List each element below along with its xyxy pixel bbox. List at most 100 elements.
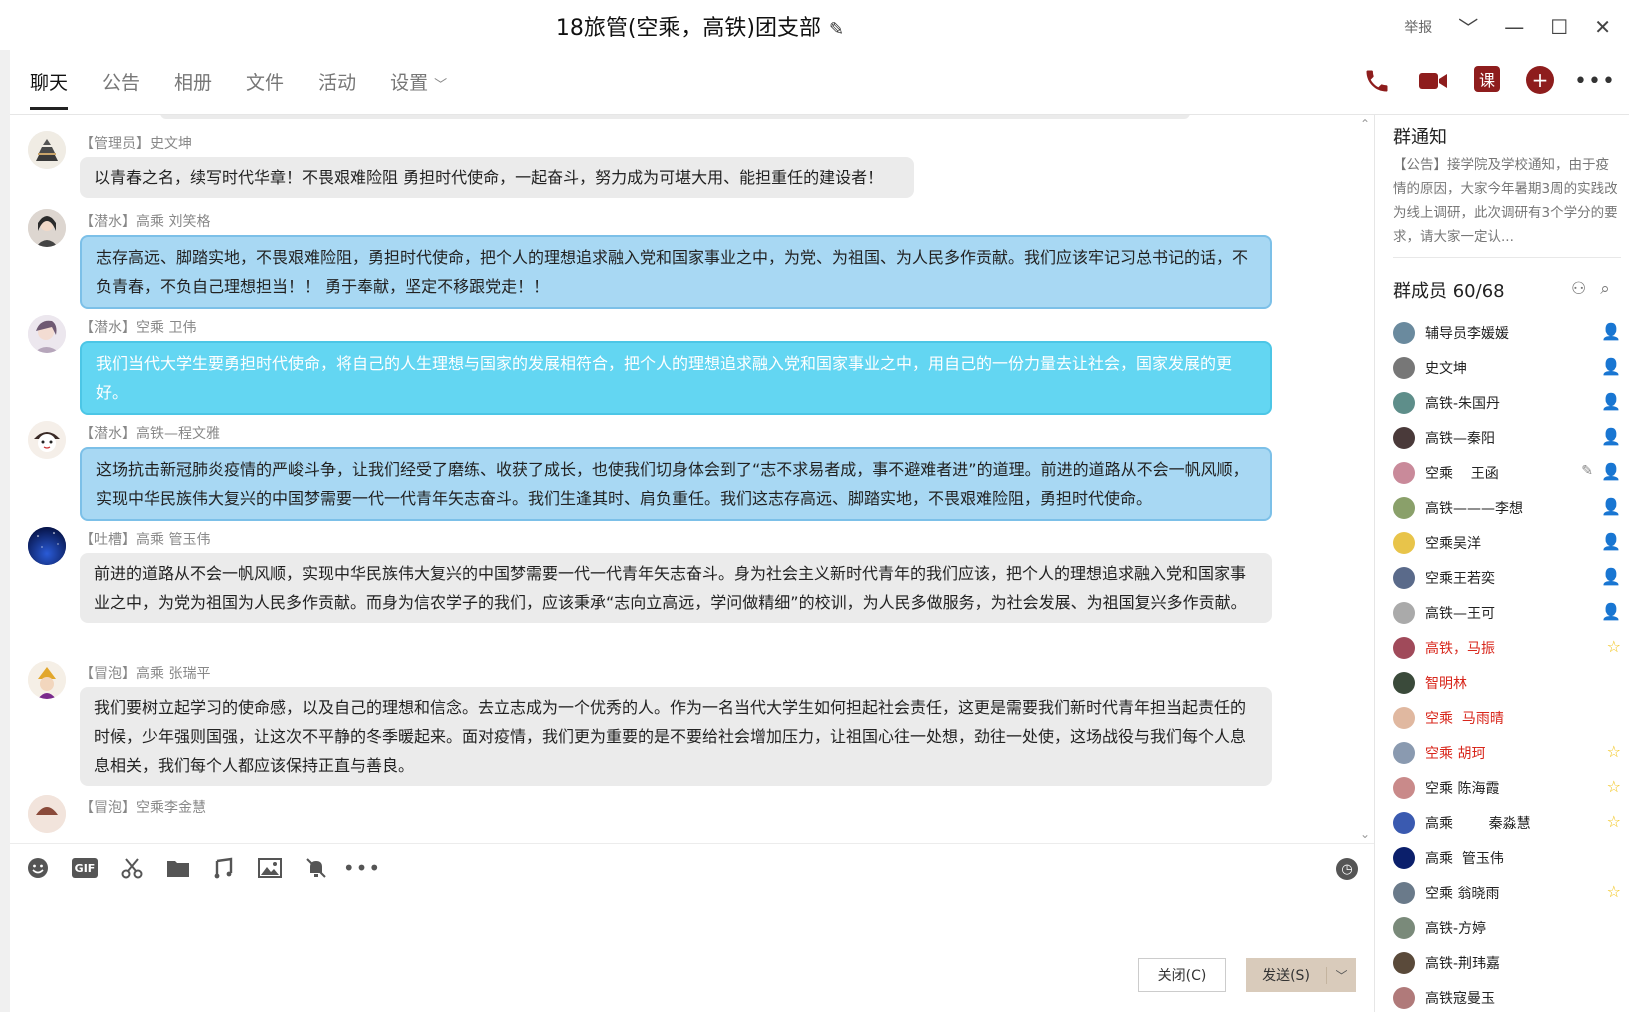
member-name: 高铁寇曼玉 — [1425, 990, 1495, 1007]
avatar[interactable] — [28, 527, 66, 565]
member-name: 空乘 王函 — [1425, 465, 1499, 482]
video-call-icon[interactable] — [1418, 66, 1448, 96]
tab-notice[interactable]: 公告 — [102, 68, 140, 110]
notice-title[interactable]: 群通知 — [1393, 123, 1447, 149]
member-item[interactable]: 高铁-荆玮嘉 — [1393, 945, 1621, 980]
send-button[interactable]: 发送(S) ﹀ — [1246, 958, 1356, 992]
sender-name: 【冒泡】高乘 张瑞平 — [80, 666, 211, 682]
more-icon[interactable]: ••• — [343, 856, 380, 880]
member-item[interactable]: 辅导员李媛媛 👤 — [1393, 315, 1621, 350]
member-item[interactable]: 高铁-朱国丹 👤 — [1393, 385, 1621, 420]
group-name: 18旅管(空乘，高铁)团支部 — [555, 16, 822, 41]
avatar — [1393, 671, 1415, 694]
message-bubble: 我们要树立起学习的使命感，以及自己的理想和信念。去立志成为一个优秀的人。作为一名… — [80, 687, 1272, 786]
emoji-icon[interactable] — [26, 856, 50, 880]
member-name: 高乘 秦淼慧 — [1425, 815, 1531, 832]
avatar[interactable] — [28, 661, 66, 699]
notice-divider — [1393, 257, 1621, 258]
avatar[interactable] — [28, 209, 66, 247]
avatar — [1393, 741, 1415, 764]
members-manage-icon[interactable]: ⚇ — [1571, 279, 1586, 299]
member-name: 空乘王若奕 — [1425, 570, 1495, 587]
collapse-icon[interactable]: ﹀ — [1458, 12, 1478, 41]
close-icon[interactable]: ✕ — [1594, 15, 1611, 39]
previous-message-bubble — [160, 115, 1190, 119]
member-list[interactable]: 辅导员李媛媛 👤 史文坤 👤 高铁-朱国丹 👤 高铁—秦阳 👤 空乘 王函 ✎ 👤 高铁——… — [1393, 315, 1621, 1012]
tab-settings[interactable]: 设置 ﹀ — [390, 68, 447, 110]
lesson-icon[interactable]: 课 — [1474, 66, 1500, 92]
message-bubble: 以青春之名，续写时代华章！不畏艰难险阻 勇担时代使命，一起奋斗，努力成为可堪大用… — [80, 157, 914, 198]
avatar — [1393, 986, 1415, 1009]
edit-name-icon[interactable]: ✎ — [829, 19, 844, 40]
avatar — [1393, 601, 1415, 624]
chat-messages[interactable]: ⌃ 【管理员】史文坤 以青春之名，续写时代华章！不畏艰难险阻 勇担时代使命，一起… — [10, 115, 1374, 843]
minimize-icon[interactable]: — — [1504, 15, 1524, 39]
admin-icon: 👤 — [1601, 427, 1621, 446]
avatar[interactable] — [28, 421, 66, 459]
member-item[interactable]: 高乘 管玉伟 — [1393, 840, 1621, 875]
message: 【冒泡】空乘李金慧 — [28, 795, 1338, 835]
member-item[interactable]: 高铁，马振 ☆ — [1393, 630, 1621, 665]
member-item[interactable]: 高铁-方婷 — [1393, 910, 1621, 945]
folder-icon[interactable] — [166, 856, 190, 880]
avatar — [1393, 461, 1415, 484]
search-icon[interactable]: ⌕ — [1600, 279, 1610, 299]
more-icon[interactable]: ••• — [1574, 66, 1615, 96]
sender-name: 【管理员】史文坤 — [80, 136, 192, 152]
member-name: 高铁，马振 — [1425, 640, 1495, 657]
report-button[interactable]: 举报 — [1404, 17, 1432, 37]
close-button[interactable]: 关闭(C) — [1138, 958, 1226, 992]
avatar — [1393, 636, 1415, 659]
tab-activity[interactable]: 活动 — [318, 68, 356, 110]
member-item[interactable]: 高铁—王可 👤 — [1393, 595, 1621, 630]
member-item[interactable]: 高铁—秦阳 👤 — [1393, 420, 1621, 455]
notice-body[interactable]: 【公告】接学院及学校通知，由于疫情的原因，大家今年暑期3周的实践改为线上调研，此… — [1393, 153, 1621, 249]
member-item[interactable]: 空乘 陈海霞 ☆ — [1393, 770, 1621, 805]
avatar[interactable] — [28, 131, 66, 169]
add-icon[interactable]: + — [1526, 66, 1554, 94]
mute-icon[interactable] — [304, 856, 328, 880]
star-icon: ☆ — [1606, 882, 1621, 901]
member-item[interactable]: 智明林 — [1393, 665, 1621, 700]
scroll-down-icon[interactable]: ⌄ — [1360, 827, 1370, 841]
members-actions: ⚇ ⌕ — [1571, 279, 1610, 299]
sender-name: 【吐槽】高乘 管玉伟 — [80, 532, 211, 548]
gif-icon[interactable]: GIF — [72, 858, 98, 878]
send-options-chevron-icon[interactable]: ﹀ — [1326, 966, 1356, 984]
message-bubble: 前进的道路从不会一帆风顺，实现中华民族伟大复兴的中国梦需要一代一代青年矢志奋斗。… — [80, 553, 1272, 623]
star-icon: ☆ — [1606, 637, 1621, 656]
tab-chat[interactable]: 聊天 — [30, 68, 69, 110]
member-item[interactable]: 空乘 王函 ✎ 👤 — [1393, 455, 1621, 490]
avatar[interactable] — [28, 315, 66, 353]
sender-name: 【潜水】高铁—程文雅 — [80, 426, 220, 442]
member-item[interactable]: 空乘 胡珂 ☆ — [1393, 735, 1621, 770]
avatar[interactable] — [28, 795, 66, 833]
avatar — [1393, 321, 1415, 344]
star-icon: ☆ — [1606, 777, 1621, 796]
phone-icon[interactable] — [1362, 66, 1392, 96]
input-divider — [10, 843, 1374, 844]
member-item[interactable]: 高乘 秦淼慧 ☆ — [1393, 805, 1621, 840]
member-item[interactable]: 空乘 马雨晴 — [1393, 700, 1621, 735]
star-icon: ☆ — [1606, 742, 1621, 761]
window-title: 18旅管(空乘，高铁)团支部 ✎ — [0, 10, 1400, 42]
history-clock-icon[interactable]: ◷ — [1336, 858, 1358, 880]
scroll-up-icon[interactable]: ⌃ — [1360, 117, 1370, 131]
maximize-icon[interactable]: ☐ — [1550, 15, 1568, 39]
music-icon[interactable] — [212, 856, 236, 880]
message-bubble: 志存高远、脚踏实地，不畏艰难险阻，勇担时代使命，把个人的理想追求融入党和国家事业… — [80, 235, 1272, 309]
member-item[interactable]: 高铁寇曼玉 — [1393, 980, 1621, 1012]
tab-album[interactable]: 相册 — [174, 68, 212, 110]
member-item[interactable]: 空乘吴洋 👤 — [1393, 525, 1621, 560]
member-name: 高铁—王可 — [1425, 605, 1495, 622]
member-item[interactable]: 空乘 翁晓雨 ☆ — [1393, 875, 1621, 910]
image-icon[interactable] — [258, 856, 282, 880]
scissors-icon[interactable] — [120, 856, 144, 880]
member-item[interactable]: 高铁———李想 👤 — [1393, 490, 1621, 525]
member-item[interactable]: 史文坤 👤 — [1393, 350, 1621, 385]
avatar — [1393, 776, 1415, 799]
tab-files[interactable]: 文件 — [246, 68, 284, 110]
send-button-label: 发送(S) — [1262, 968, 1310, 984]
member-item[interactable]: 空乘王若奕 👤 — [1393, 560, 1621, 595]
edit-icon[interactable]: ✎ — [1581, 463, 1593, 479]
